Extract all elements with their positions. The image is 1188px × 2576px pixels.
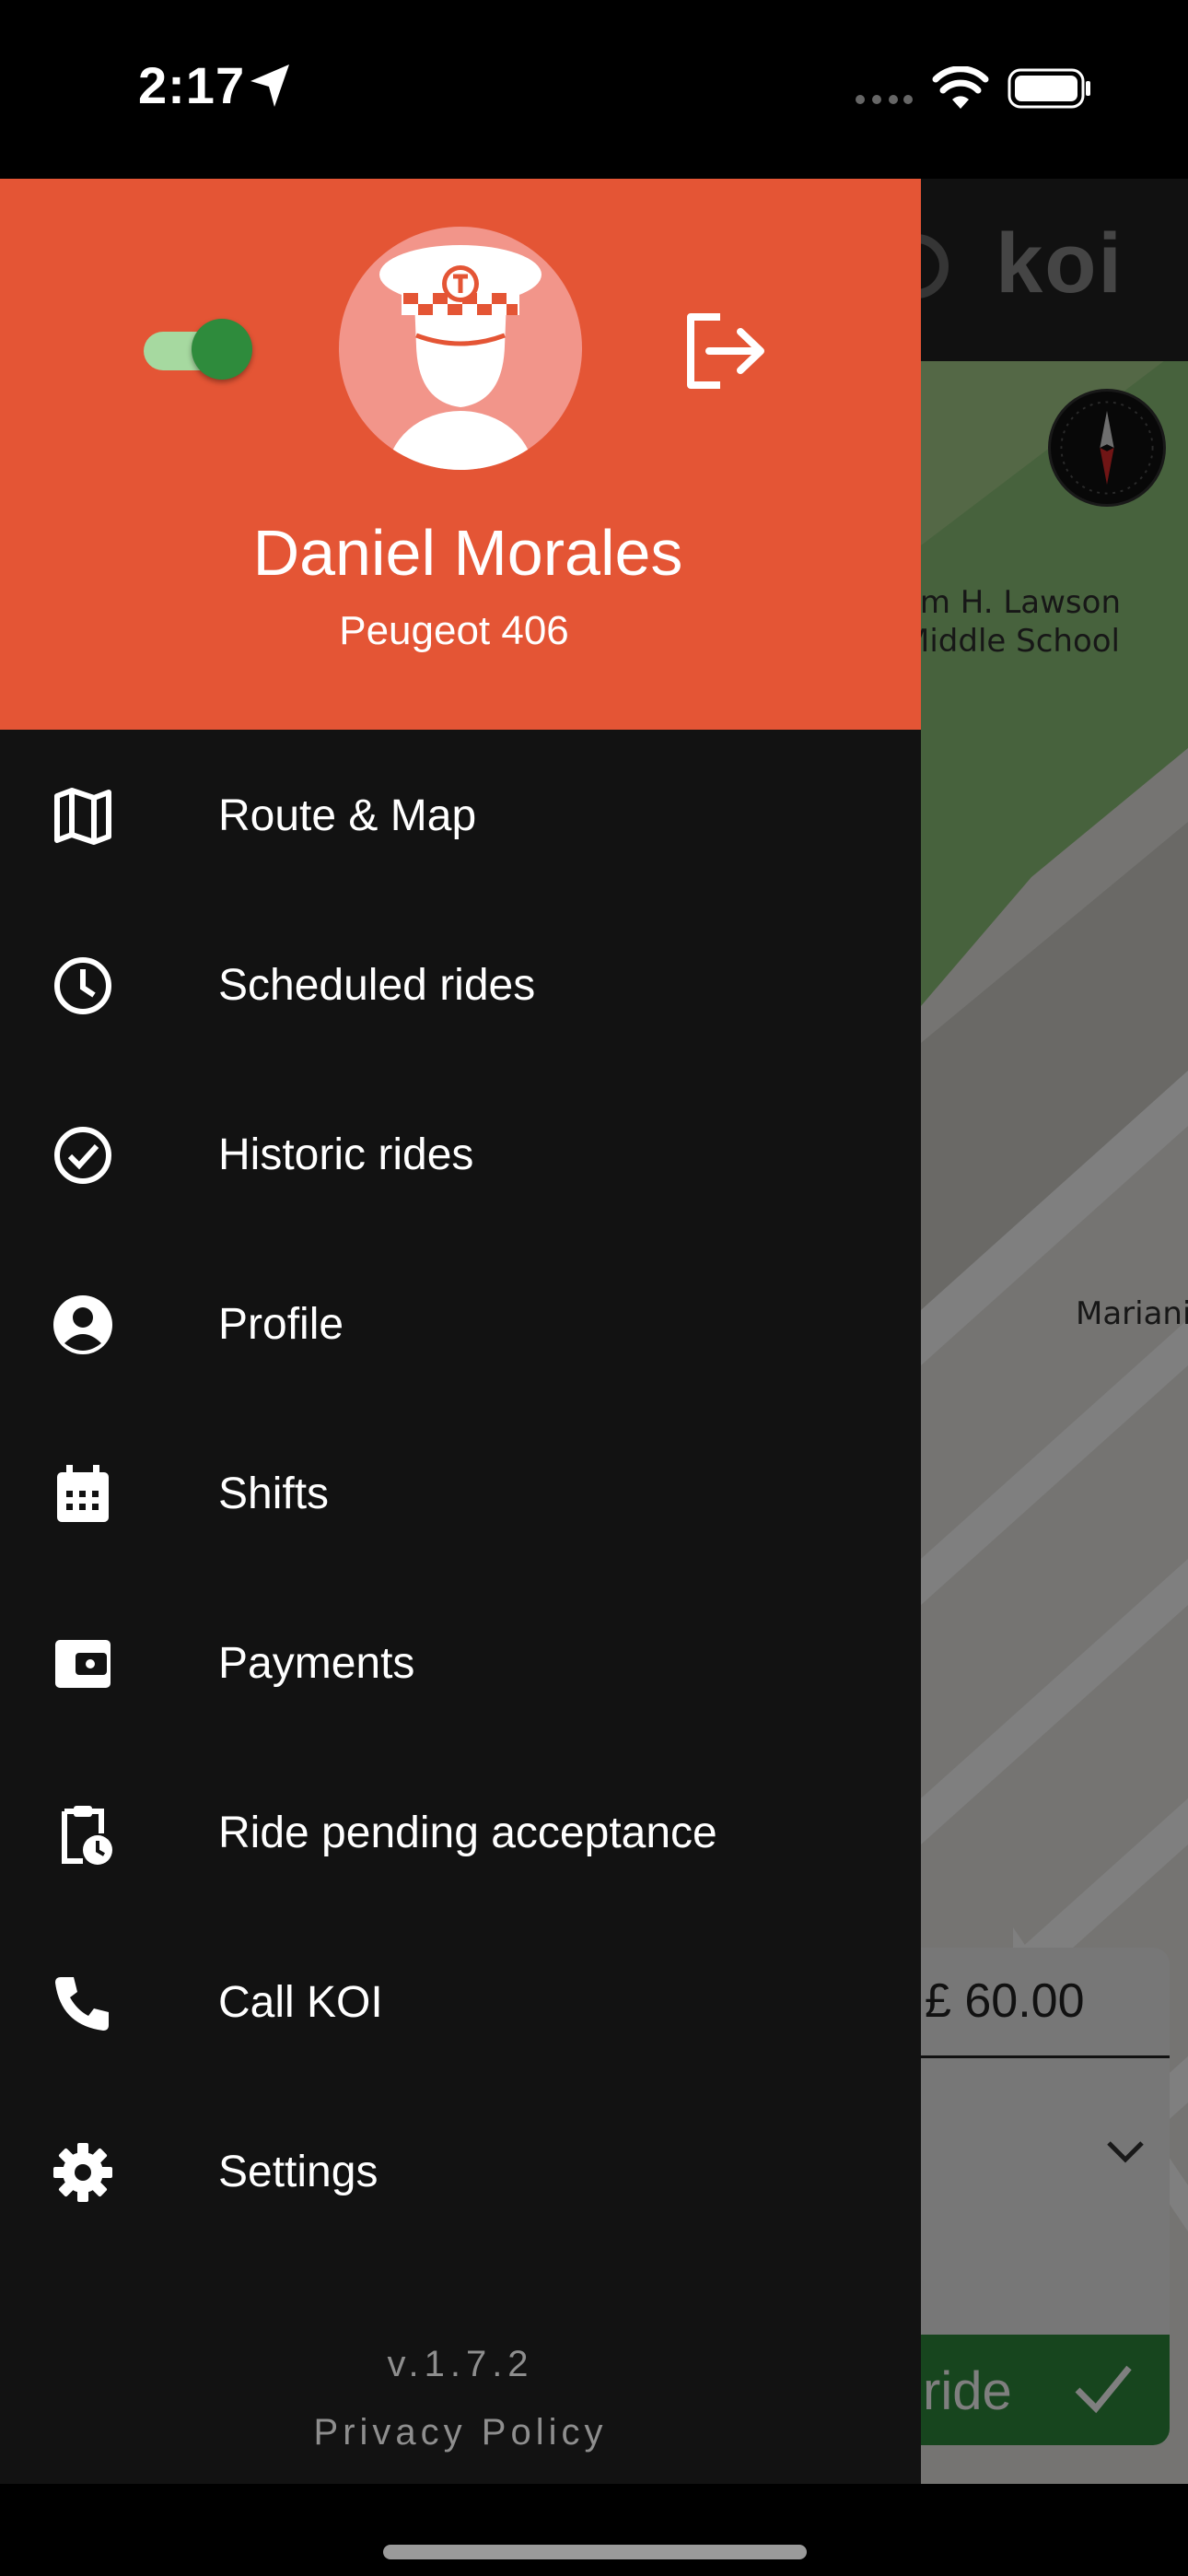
menu-item-call-koi[interactable]: Call KOI	[0, 1916, 921, 2086]
clock-icon	[54, 957, 111, 1014]
menu-item-profile[interactable]: Profile	[0, 1238, 921, 1408]
signal-dots-icon	[856, 95, 913, 104]
menu-item-label: Route & Map	[218, 791, 477, 840]
logout-icon[interactable]	[683, 311, 766, 391]
menu-item-label: Settings	[218, 2148, 379, 2196]
gear-icon	[53, 2143, 112, 2202]
calendar-icon	[57, 1465, 109, 1522]
clipboard-clock-icon	[62, 1806, 112, 1865]
menu-item-settings[interactable]: Settings	[0, 2086, 921, 2255]
menu-item-label: Profile	[218, 1300, 344, 1349]
navigation-drawer: Daniel Morales Peugeot 406 Route & Map S…	[0, 179, 921, 2484]
online-toggle[interactable]	[144, 319, 252, 383]
menu-item-payments[interactable]: Payments	[0, 1577, 921, 1747]
menu-item-shifts[interactable]: Shifts	[0, 1408, 921, 1577]
status-time: 2:17	[138, 56, 246, 114]
status-bar: 2:17	[0, 0, 1188, 179]
menu-item-historic-rides[interactable]: Historic rides	[0, 1069, 921, 1238]
account-circle-icon	[53, 1295, 112, 1354]
vehicle-name: Peugeot 406	[339, 608, 569, 653]
wallet-icon	[55, 1640, 111, 1688]
home-indicator[interactable]	[383, 2545, 807, 2559]
drawer-header: Daniel Morales Peugeot 406	[0, 179, 921, 730]
avatar[interactable]	[339, 227, 582, 470]
wifi-icon	[932, 66, 989, 109]
toggle-knob	[192, 319, 252, 380]
driver-name: Daniel Morales	[252, 517, 683, 589]
phone-icon	[55, 1977, 109, 2031]
menu-item-label: Scheduled rides	[218, 961, 536, 1010]
menu-item-label: Payments	[218, 1639, 415, 1688]
location-arrow-icon	[250, 64, 289, 107]
menu-item-label: Call KOI	[218, 1978, 383, 2027]
battery-icon	[1007, 68, 1090, 109]
menu-item-label: Historic rides	[218, 1130, 474, 1179]
driver-avatar-icon	[379, 245, 542, 470]
map-icon	[54, 788, 111, 845]
menu-item-scheduled-rides[interactable]: Scheduled rides	[0, 899, 921, 1069]
menu-item-label: Shifts	[218, 1469, 330, 1518]
menu-item-ride-pending-acceptance[interactable]: Ride pending acceptance	[0, 1747, 921, 1916]
menu-item-label: Ride pending acceptance	[218, 1809, 717, 1857]
check-circle-icon	[54, 1127, 111, 1184]
menu-item-route-map[interactable]: Route & Map	[0, 730, 921, 899]
privacy-policy-link[interactable]: Privacy Policy	[0, 2412, 921, 2453]
app-version: v.1.7.2	[387, 2344, 534, 2384]
